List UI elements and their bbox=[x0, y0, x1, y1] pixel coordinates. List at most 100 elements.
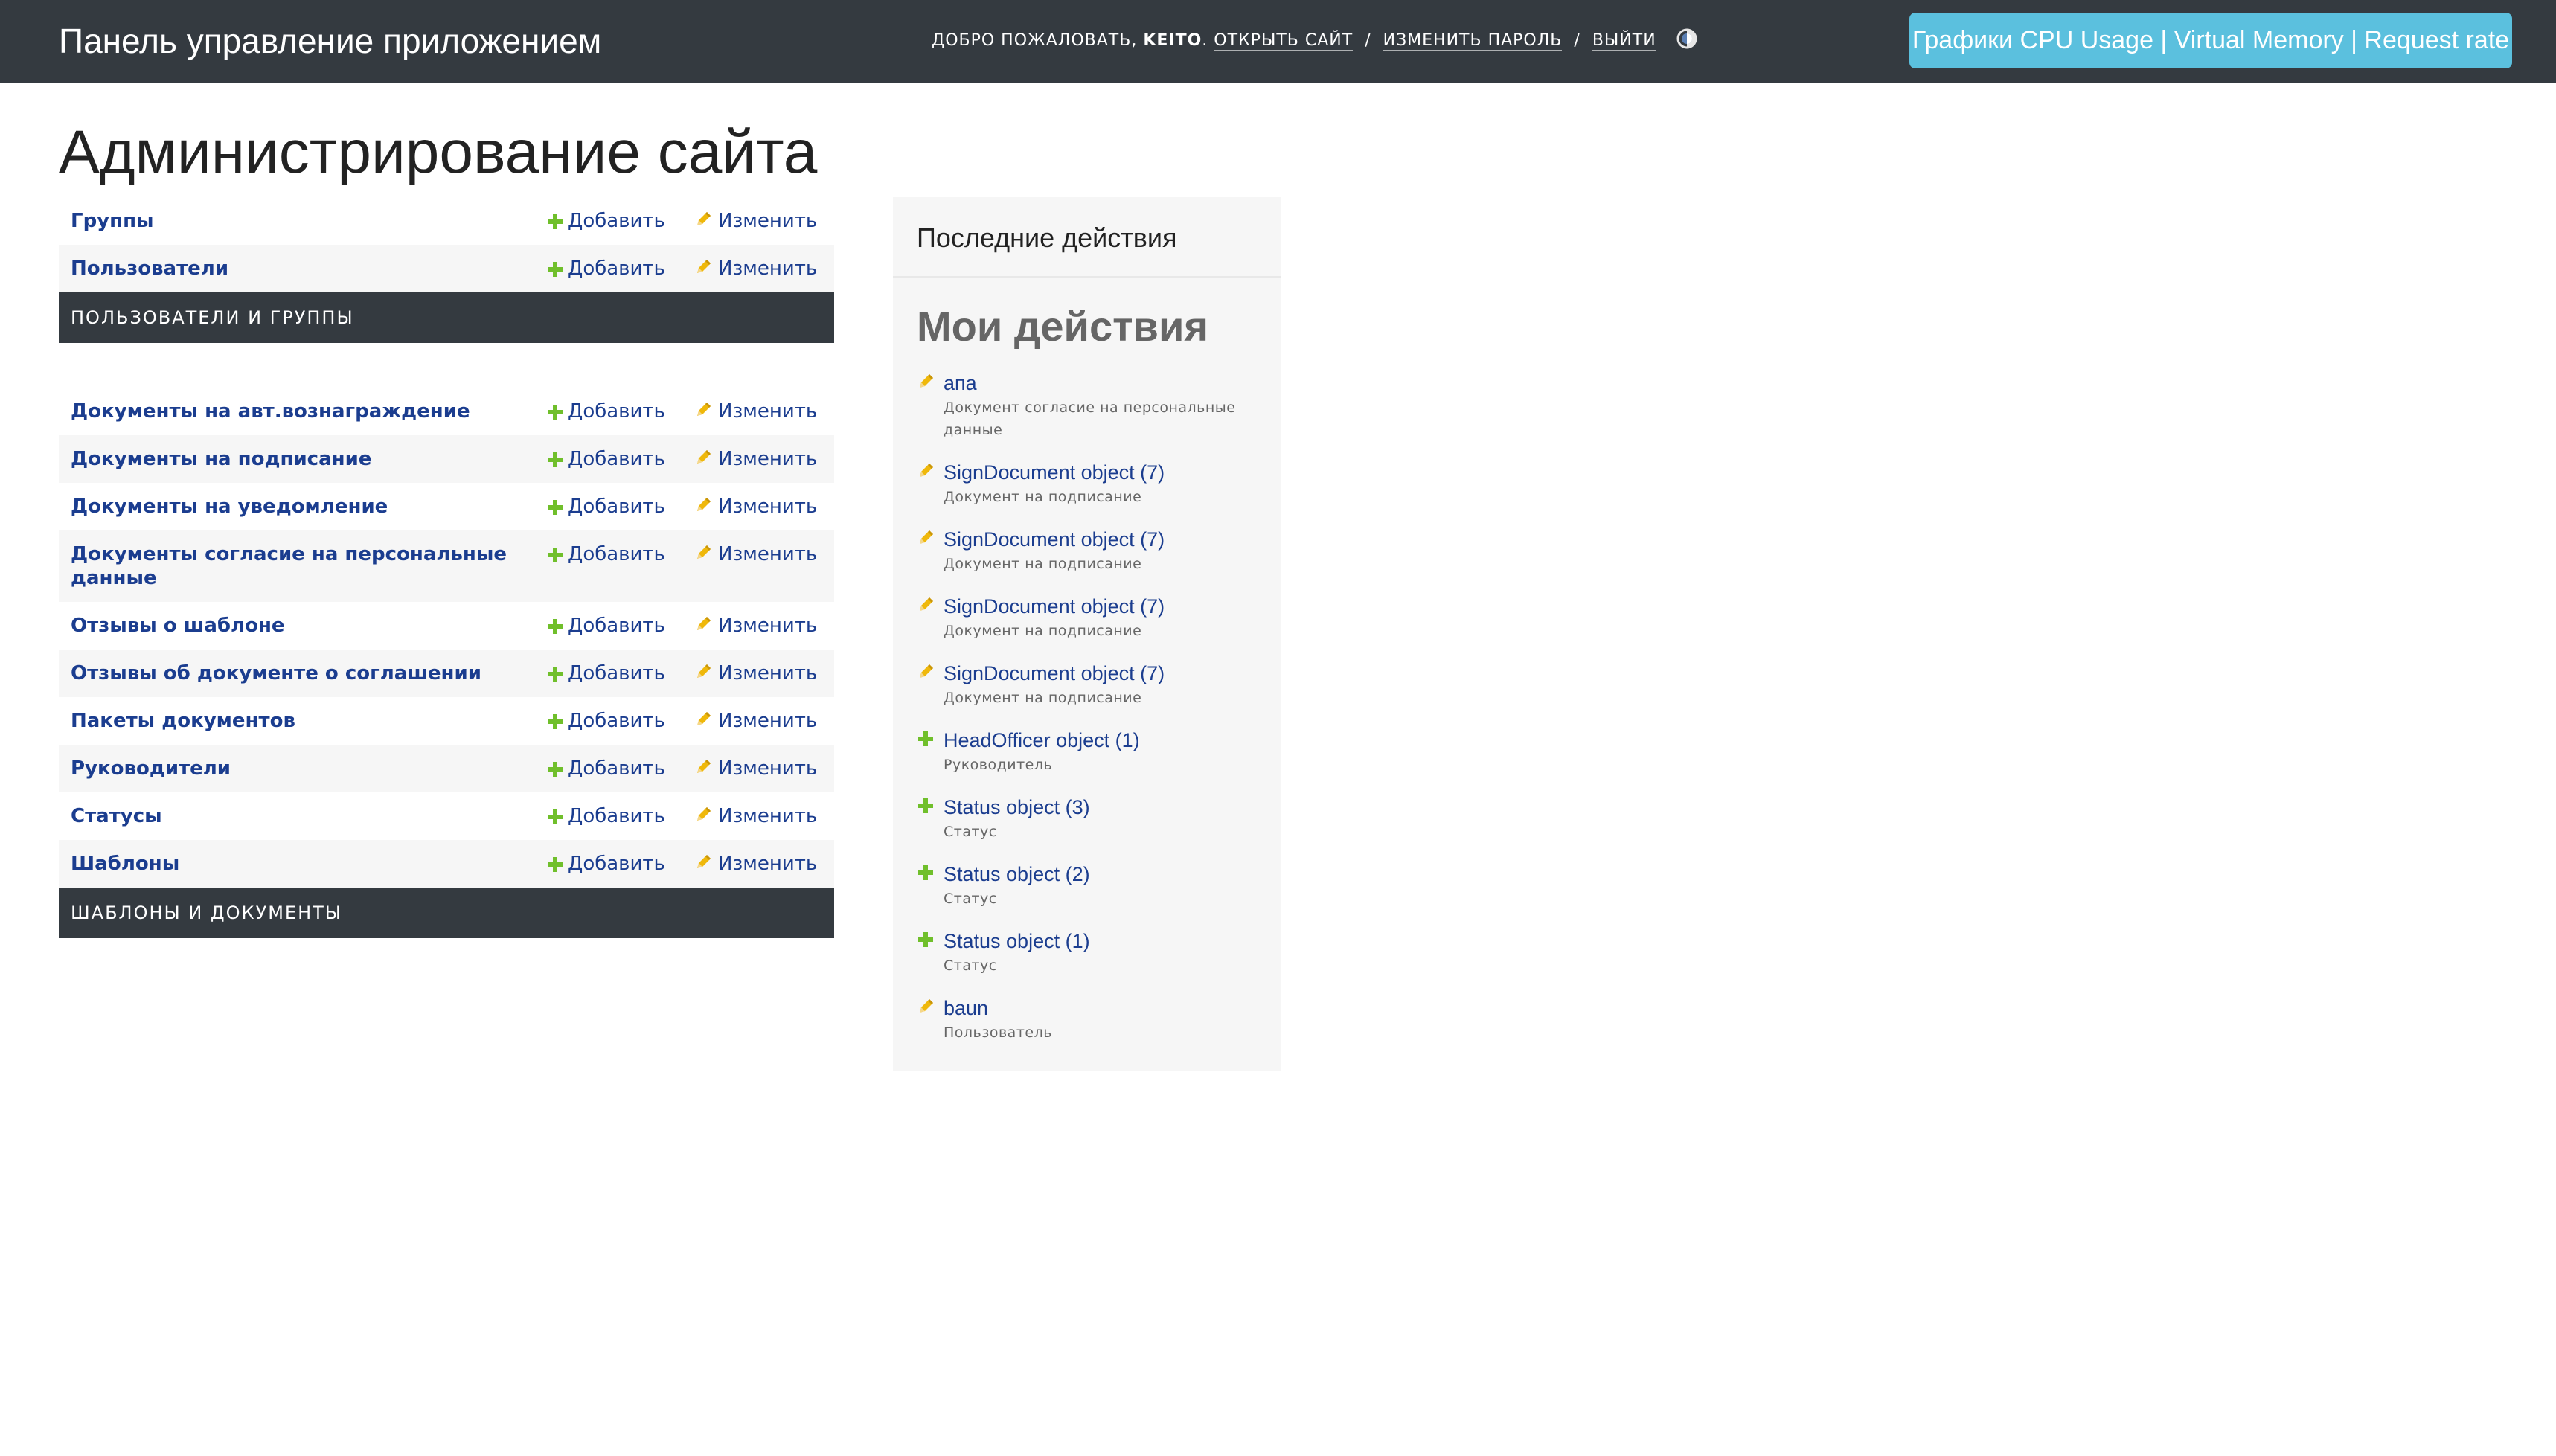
charts-button[interactable]: Графики CPU Usage | Virtual Memory | Req… bbox=[1909, 13, 2512, 68]
plus-icon bbox=[917, 931, 935, 949]
add-label: Добавить bbox=[568, 757, 665, 780]
model-row: Отзывы о шаблоне Добавить Изменить bbox=[59, 602, 834, 650]
recent-action-item: апа Документ согласие на персональные дан… bbox=[917, 370, 1281, 441]
add-label: Добавить bbox=[568, 615, 665, 637]
recent-action-type: Статус bbox=[944, 824, 997, 840]
model-row: Документы на уведомление Добавить Изменить bbox=[59, 483, 834, 530]
model-link[interactable]: Шаблоны bbox=[71, 852, 547, 876]
add-link[interactable]: Добавить bbox=[547, 400, 694, 423]
change-label: Изменить bbox=[718, 257, 818, 280]
model-link[interactable]: Отзывы о шаблоне bbox=[71, 614, 547, 638]
change-link[interactable]: Изменить bbox=[694, 257, 822, 280]
recent-action-type: Статус bbox=[944, 891, 997, 907]
add-link[interactable]: Добавить bbox=[547, 757, 694, 780]
change-label: Изменить bbox=[718, 805, 818, 827]
model-link[interactable]: Документы на авт.вознаграждение bbox=[71, 400, 547, 423]
change-label: Изменить bbox=[718, 210, 818, 232]
add-link[interactable]: Добавить bbox=[547, 852, 694, 876]
change-link[interactable]: Изменить bbox=[694, 495, 822, 519]
add-label: Добавить bbox=[568, 543, 665, 565]
pencil-icon bbox=[694, 211, 712, 228]
logout-link[interactable]: Выйти bbox=[1592, 31, 1656, 51]
pencil-icon bbox=[694, 853, 712, 871]
change-link[interactable]: Изменить bbox=[694, 447, 822, 471]
app-caption[interactable]: Пользователи и группы bbox=[59, 292, 834, 343]
recent-action-type: Документ на подписание bbox=[944, 623, 1142, 639]
add-label: Добавить bbox=[568, 710, 665, 732]
model-row: Пользователи Добавить Изменить bbox=[59, 245, 834, 292]
pencil-icon bbox=[694, 258, 712, 276]
add-link[interactable]: Добавить bbox=[547, 209, 694, 233]
recent-action-link[interactable]: HeadOfficer object (1) bbox=[944, 727, 1281, 754]
change-label: Изменить bbox=[718, 400, 818, 423]
change-link[interactable]: Изменить bbox=[694, 661, 822, 685]
plus-icon bbox=[917, 730, 935, 748]
change-link[interactable]: Изменить bbox=[694, 209, 822, 233]
change-link[interactable]: Изменить bbox=[694, 852, 822, 876]
change-password-link[interactable]: Изменить пароль bbox=[1383, 31, 1563, 51]
model-row: Документы согласие на персональные данны… bbox=[59, 530, 834, 602]
user-tools: Добро пожаловать, keito. Открыть сайт / … bbox=[932, 27, 1698, 55]
model-row: Пакеты документов Добавить Изменить bbox=[59, 697, 834, 745]
model-row: Шаблоны Добавить Изменить bbox=[59, 840, 834, 888]
plus-icon bbox=[547, 760, 563, 777]
plus-icon bbox=[547, 545, 563, 562]
model-row: Группы Добавить Изменить bbox=[59, 197, 834, 245]
add-link[interactable]: Добавить bbox=[547, 709, 694, 733]
recent-action-type: Пользователь bbox=[944, 1024, 1052, 1041]
site-branding[interactable]: Панель управление приложением bbox=[59, 16, 601, 65]
recent-action-link[interactable]: SignDocument object (7) bbox=[944, 459, 1281, 486]
model-link[interactable]: Отзывы об документе о соглашении bbox=[71, 661, 547, 685]
model-link[interactable]: Руководители bbox=[71, 757, 547, 780]
add-link[interactable]: Добавить bbox=[547, 661, 694, 685]
theme-toggle-icon[interactable] bbox=[1676, 28, 1698, 50]
view-site-link[interactable]: Открыть сайт bbox=[1214, 31, 1354, 51]
username: keito bbox=[1143, 31, 1202, 50]
model-link[interactable]: Группы bbox=[71, 209, 547, 233]
action-list: апа Документ согласие на персональные дан… bbox=[893, 352, 1281, 1044]
recent-action-link[interactable]: SignDocument object (7) bbox=[944, 593, 1281, 620]
recent-action-link[interactable]: Status object (2) bbox=[944, 861, 1281, 888]
recent-action-link[interactable]: апа bbox=[944, 370, 1281, 397]
recent-action-link[interactable]: SignDocument object (7) bbox=[944, 660, 1281, 687]
recent-action-link[interactable]: baun bbox=[944, 995, 1281, 1022]
change-link[interactable]: Изменить bbox=[694, 542, 822, 566]
change-link[interactable]: Изменить bbox=[694, 614, 822, 638]
add-label: Добавить bbox=[568, 496, 665, 518]
recent-action-link[interactable]: Status object (1) bbox=[944, 928, 1281, 955]
add-label: Добавить bbox=[568, 400, 665, 423]
change-link[interactable]: Изменить bbox=[694, 804, 822, 828]
model-link[interactable]: Документы на уведомление bbox=[71, 495, 547, 519]
plus-icon bbox=[547, 450, 563, 467]
recent-action-item: HeadOfficer object (1) Руководитель bbox=[917, 727, 1281, 776]
app-module-documents: Документы на авт.вознаграждение Добавить И… bbox=[59, 388, 834, 938]
recent-action-item: SignDocument object (7) Документ на подпи… bbox=[917, 459, 1281, 508]
change-label: Изменить bbox=[718, 853, 818, 875]
model-link[interactable]: Пакеты документов bbox=[71, 709, 547, 733]
add-link[interactable]: Добавить bbox=[547, 257, 694, 280]
add-label: Добавить bbox=[568, 210, 665, 232]
model-row: Статусы Добавить Изменить bbox=[59, 792, 834, 840]
add-link[interactable]: Добавить bbox=[547, 495, 694, 519]
change-link[interactable]: Изменить bbox=[694, 709, 822, 733]
app-caption[interactable]: Шаблоны и документы bbox=[59, 888, 834, 938]
add-link[interactable]: Добавить bbox=[547, 542, 694, 566]
add-link[interactable]: Добавить bbox=[547, 804, 694, 828]
pencil-icon bbox=[917, 663, 935, 681]
app-module-auth: Группы Добавить Изменить Пользователи Добави… bbox=[59, 197, 834, 343]
add-link[interactable]: Добавить bbox=[547, 614, 694, 638]
recent-action-link[interactable]: SignDocument object (7) bbox=[944, 526, 1281, 553]
add-link[interactable]: Добавить bbox=[547, 447, 694, 471]
plus-icon bbox=[917, 864, 935, 882]
change-link[interactable]: Изменить bbox=[694, 400, 822, 423]
plus-icon bbox=[547, 403, 563, 420]
site-header: Панель управление приложением Добро пожа… bbox=[0, 0, 2556, 83]
model-link[interactable]: Статусы bbox=[71, 804, 547, 828]
model-link[interactable]: Документы согласие на персональные данны… bbox=[71, 542, 547, 590]
change-link[interactable]: Изменить bbox=[694, 757, 822, 780]
separator: / bbox=[1574, 31, 1580, 50]
pencil-icon bbox=[694, 615, 712, 633]
model-link[interactable]: Пользователи bbox=[71, 257, 547, 280]
model-link[interactable]: Документы на подписание bbox=[71, 447, 547, 471]
recent-action-link[interactable]: Status object (3) bbox=[944, 794, 1281, 821]
